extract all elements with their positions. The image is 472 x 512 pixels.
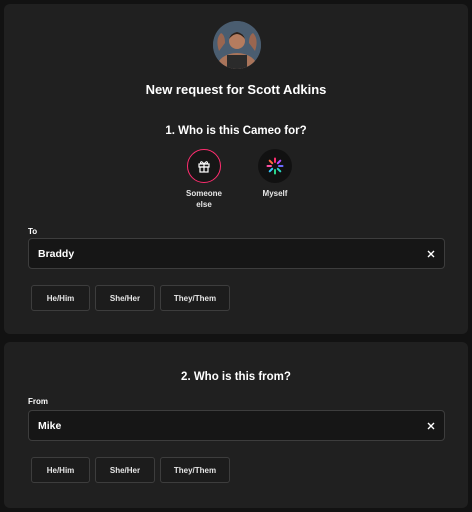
pronoun-she-her-button[interactable]: She/Her	[95, 285, 155, 311]
myself-option[interactable]: Myself	[245, 149, 305, 199]
recipient-card: New request for Scott Adkins 1. Who is t…	[4, 4, 468, 334]
someone-else-option[interactable]: Someone else	[174, 149, 234, 210]
avatar	[213, 21, 261, 69]
someone-else-label: Someone else	[185, 189, 222, 209]
pronoun-he-him-button[interactable]: He/Him	[31, 285, 90, 311]
spinner-icon	[258, 149, 292, 183]
sender-heading: 2. Who is this from?	[181, 371, 291, 383]
pronoun-she-her-button[interactable]: She/Her	[95, 457, 155, 483]
clear-to-icon[interactable]	[424, 247, 438, 261]
sender-card: 2. Who is this from? From Mike He/Him Sh…	[4, 342, 468, 508]
from-label: From	[28, 397, 48, 406]
clear-from-icon[interactable]	[424, 419, 438, 433]
to-label: To	[28, 227, 38, 236]
recipient-pronouns: He/Him She/Her They/Them	[31, 285, 230, 311]
pronoun-they-them-button[interactable]: They/Them	[160, 285, 230, 311]
from-input[interactable]: Mike	[28, 410, 445, 441]
page-title: New request for Scott Adkins	[145, 82, 327, 97]
to-value: Braddy	[38, 247, 75, 260]
sender-pronouns: He/Him She/Her They/Them	[31, 457, 230, 483]
pronoun-he-him-button[interactable]: He/Him	[31, 457, 90, 483]
pronoun-they-them-button[interactable]: They/Them	[160, 457, 230, 483]
recipient-heading: 1. Who is this Cameo for?	[165, 125, 307, 137]
gift-icon	[187, 149, 221, 183]
to-input[interactable]: Braddy	[28, 238, 445, 269]
myself-label: Myself	[262, 189, 288, 198]
from-value: Mike	[38, 419, 62, 432]
